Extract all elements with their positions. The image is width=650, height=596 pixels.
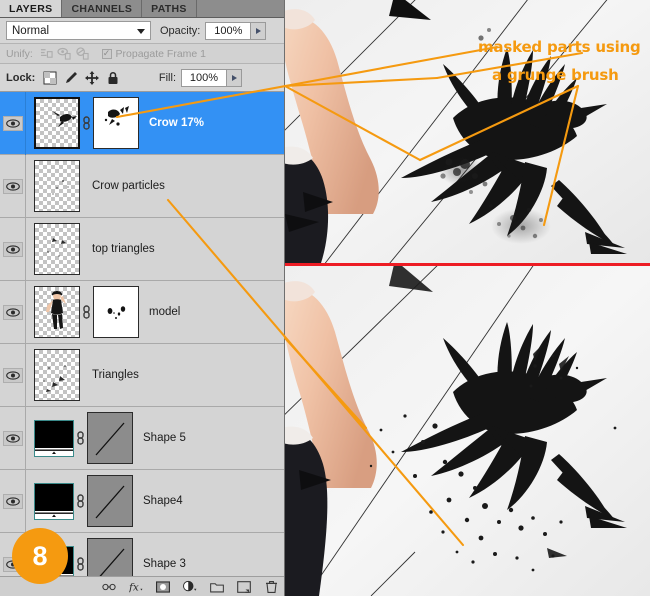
layer-name[interactable]: Shape 5 — [143, 432, 186, 444]
new-group-icon[interactable] — [210, 580, 224, 594]
add-layer-mask-icon[interactable] — [156, 580, 170, 594]
layer-visibility-cell[interactable] — [0, 92, 26, 155]
unify-label: Unify: — [6, 47, 33, 60]
table-row[interactable]: Crow particles — [0, 154, 284, 218]
layer-visibility-cell[interactable] — [0, 217, 26, 281]
table-row[interactable]: Shape4 — [0, 469, 284, 533]
canvas-preview-area — [285, 0, 650, 596]
eye-icon[interactable] — [2, 178, 23, 194]
blend-mode-row: Normal Opacity: 100% — [0, 18, 284, 44]
layer-name[interactable]: top triangles — [92, 243, 155, 255]
table-row[interactable]: model — [0, 280, 284, 344]
layer-thumbnail[interactable] — [34, 482, 74, 520]
svg-text:fx: fx — [129, 581, 139, 593]
table-row[interactable]: Crow 17% — [0, 92, 284, 155]
layer-mask-thumbnail[interactable] — [93, 97, 139, 149]
layers-panel: LAYERS CHANNELS PATHS Normal Opacity: 10… — [0, 0, 285, 596]
layer-thumbnail[interactable] — [34, 223, 80, 275]
table-row[interactable]: Triangles — [0, 343, 284, 407]
annotation-text-line1: masked parts using — [478, 38, 641, 56]
unify-row: Unify: ✓ Propagate Frame 1 — [0, 44, 284, 64]
opacity-slider-arrow-icon[interactable] — [251, 21, 267, 40]
eye-icon[interactable] — [2, 304, 23, 320]
tab-strip-filler — [196, 0, 284, 17]
propagate-frame-checkbox[interactable]: ✓ — [101, 48, 112, 59]
fill-slider-arrow-icon[interactable] — [227, 68, 242, 87]
lock-all-icon[interactable] — [106, 71, 120, 85]
eye-icon[interactable] — [2, 241, 23, 257]
layer-name[interactable]: Crow 17% — [149, 117, 204, 129]
panel-tab-strip: LAYERS CHANNELS PATHS — [0, 0, 284, 18]
propagate-frame-label: Propagate Frame 1 — [115, 47, 206, 60]
layer-visibility-cell[interactable] — [0, 406, 26, 470]
link-layers-icon[interactable] — [102, 580, 116, 594]
new-layer-icon[interactable] — [237, 580, 251, 594]
new-adjustment-layer-icon[interactable] — [183, 580, 197, 594]
layer-list[interactable]: Crow 17% Crow particles top triangles mo… — [0, 92, 284, 576]
link-indicator-icon[interactable] — [74, 538, 87, 576]
fill-label: Fill: — [158, 71, 176, 84]
eye-icon[interactable] — [2, 430, 23, 446]
layer-mask-thumbnail[interactable] — [93, 286, 139, 338]
layer-thumbnails[interactable]: Shape4 — [26, 475, 183, 527]
layer-thumbnails[interactable]: top triangles — [26, 223, 155, 275]
unify-position-icon[interactable] — [39, 47, 54, 60]
layer-thumbnail[interactable] — [34, 419, 74, 457]
vector-mask-thumbnail[interactable] — [87, 538, 133, 576]
layer-thumbnails[interactable]: Shape 5 — [26, 412, 186, 464]
table-row[interactable]: Shape 5 — [0, 406, 284, 470]
step-number-badge: 8 — [12, 528, 68, 584]
table-row[interactable]: top triangles — [0, 217, 284, 281]
layer-thumbnail[interactable] — [34, 286, 80, 338]
layer-name[interactable]: Shape 3 — [143, 558, 186, 570]
fill-input[interactable]: 100% — [181, 68, 227, 87]
tab-paths[interactable]: PATHS — [142, 0, 197, 17]
layer-visibility-cell[interactable] — [0, 469, 26, 533]
blend-mode-value: Normal — [12, 24, 50, 37]
layer-name[interactable]: model — [149, 306, 180, 318]
layer-thumbnail[interactable] — [34, 160, 80, 212]
layer-thumbnails[interactable]: Triangles — [26, 349, 139, 401]
vector-mask-thumbnail[interactable] — [87, 412, 133, 464]
link-indicator-icon[interactable] — [74, 475, 87, 527]
lock-position-icon[interactable] — [85, 70, 100, 85]
layer-thumbnails[interactable]: Crow 17% — [26, 97, 204, 149]
link-indicator-icon[interactable] — [80, 97, 93, 149]
lock-label: Lock: — [6, 71, 36, 84]
layer-thumbnail[interactable] — [34, 97, 80, 149]
annotation-text-line2: a grunge brush — [492, 66, 619, 84]
layer-name[interactable]: Shape4 — [143, 495, 183, 507]
chevron-down-icon — [137, 29, 145, 34]
eye-icon[interactable] — [2, 367, 23, 383]
layer-thumbnails[interactable]: model — [26, 286, 180, 338]
vector-mask-thumbnail[interactable] — [87, 475, 133, 527]
eye-icon[interactable] — [2, 493, 23, 509]
layer-visibility-cell[interactable] — [0, 280, 26, 344]
layer-thumbnails[interactable]: Crow particles — [26, 160, 165, 212]
layer-visibility-cell[interactable] — [0, 343, 26, 407]
lock-row: Lock: Fill: 100% — [0, 64, 284, 92]
unify-style-icon[interactable] — [75, 47, 90, 60]
lock-image-pixels-icon[interactable] — [64, 71, 78, 85]
tab-layers[interactable]: LAYERS — [0, 0, 63, 17]
lock-transparency-icon[interactable] — [43, 71, 57, 85]
opacity-label: Opacity: — [160, 24, 201, 37]
red-separator-line — [285, 263, 650, 266]
layer-thumbnail[interactable] — [34, 349, 80, 401]
eye-icon[interactable] — [2, 115, 23, 131]
photoshop-screenshot: LAYERS CHANNELS PATHS Normal Opacity: 10… — [0, 0, 650, 596]
blend-mode-select[interactable]: Normal — [6, 21, 151, 40]
link-indicator-icon[interactable] — [80, 286, 93, 338]
unify-visibility-icon[interactable] — [57, 47, 72, 60]
tab-channels[interactable]: CHANNELS — [62, 0, 143, 17]
preview-image-bottom — [285, 266, 650, 596]
delete-layer-icon[interactable] — [264, 580, 278, 594]
opacity-input[interactable]: 100% — [205, 21, 252, 40]
layer-style-fx-icon[interactable]: fx — [129, 580, 143, 594]
layer-visibility-cell[interactable] — [0, 154, 26, 218]
link-indicator-icon[interactable] — [74, 412, 87, 464]
layer-name[interactable]: Triangles — [92, 369, 139, 381]
layer-name[interactable]: Crow particles — [92, 180, 165, 192]
